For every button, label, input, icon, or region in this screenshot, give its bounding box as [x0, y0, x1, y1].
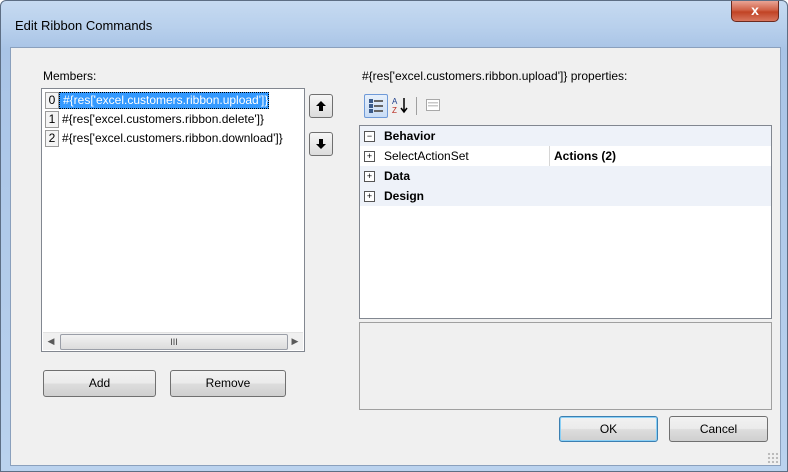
property-description-pane [359, 322, 772, 410]
alphabetical-button[interactable]: A Z [389, 94, 411, 116]
expand-icon[interactable]: + [364, 171, 375, 182]
grid-category-behavior[interactable]: − Behavior [360, 126, 771, 146]
list-item-index: 1 [45, 111, 59, 128]
list-item-index: 2 [45, 130, 59, 147]
property-grid[interactable]: − Behavior + SelectActionSet Actions (2)… [359, 125, 772, 319]
grid-property-row[interactable]: + SelectActionSet Actions (2) [360, 146, 771, 166]
list-item-text: #{res['excel.customers.ribbon.download']… [62, 131, 283, 145]
title-bar[interactable]: Edit Ribbon Commands x [1, 1, 787, 47]
collapse-icon[interactable]: − [364, 131, 375, 142]
list-item-text: #{res['excel.customers.ribbon.delete']} [62, 112, 265, 126]
category-label: Design [384, 189, 425, 203]
window-title: Edit Ribbon Commands [15, 18, 153, 33]
horizontal-scrollbar[interactable]: ◀ III ▶ [43, 332, 303, 350]
categorized-button[interactable] [364, 94, 388, 118]
properties-label: #{res['excel.customers.ribbon.upload']} … [362, 69, 628, 83]
resize-grip-icon[interactable] [767, 452, 779, 464]
move-up-button[interactable] [309, 94, 333, 118]
alpha-top-letter: A [392, 97, 398, 106]
property-value[interactable]: Actions (2) [554, 149, 616, 163]
dialog-client-area: Members: 0 #{res['excel.customers.ribbon.… [10, 47, 781, 466]
move-down-button[interactable] [309, 132, 333, 156]
category-label: Behavior [384, 129, 436, 143]
alpha-bottom-letter: Z [392, 106, 397, 114]
arrow-down-icon [316, 139, 326, 149]
property-name: SelectActionSet [384, 149, 469, 163]
list-item-text: #{res['excel.customers.ribbon.upload']} [59, 92, 270, 109]
add-button[interactable]: Add [43, 370, 156, 397]
list-item[interactable]: 1 #{res['excel.customers.ribbon.delete']} [45, 111, 285, 128]
close-button[interactable]: x [731, 1, 779, 22]
grid-category-data[interactable]: + Data [360, 166, 771, 186]
property-description-text [360, 323, 771, 331]
members-listbox[interactable]: 0 #{res['excel.customers.ribbon.upload']}… [41, 88, 305, 352]
categorized-icon [369, 99, 383, 113]
toolbar-separator [416, 97, 417, 115]
scrollbar-thumb[interactable]: III [60, 334, 288, 350]
expand-icon[interactable]: + [364, 151, 375, 162]
dialog-window: Edit Ribbon Commands x Members: 0 #{res['… [0, 0, 788, 472]
grid-category-design[interactable]: + Design [360, 186, 771, 206]
category-label: Data [384, 169, 411, 183]
list-item[interactable]: 2 #{res['excel.customers.ribbon.download'… [45, 130, 285, 147]
property-pages-button[interactable] [422, 94, 444, 116]
list-item[interactable]: 0 #{res['excel.customers.ribbon.upload']} [45, 92, 285, 109]
expand-icon[interactable]: + [364, 191, 375, 202]
property-pages-icon [426, 99, 440, 111]
arrow-up-icon [316, 101, 326, 111]
alphabetical-icon: A Z [392, 97, 408, 115]
list-item-index: 0 [45, 92, 59, 109]
remove-button[interactable]: Remove [170, 370, 286, 397]
grid-column-separator[interactable] [549, 146, 550, 166]
ok-button[interactable]: OK [559, 416, 658, 442]
cancel-button[interactable]: Cancel [669, 416, 768, 442]
property-grid-toolbar: A Z [362, 92, 472, 120]
members-label: Members: [43, 69, 97, 83]
scroll-left-arrow-icon[interactable]: ◀ [45, 335, 57, 348]
scroll-right-arrow-icon[interactable]: ▶ [289, 335, 301, 348]
